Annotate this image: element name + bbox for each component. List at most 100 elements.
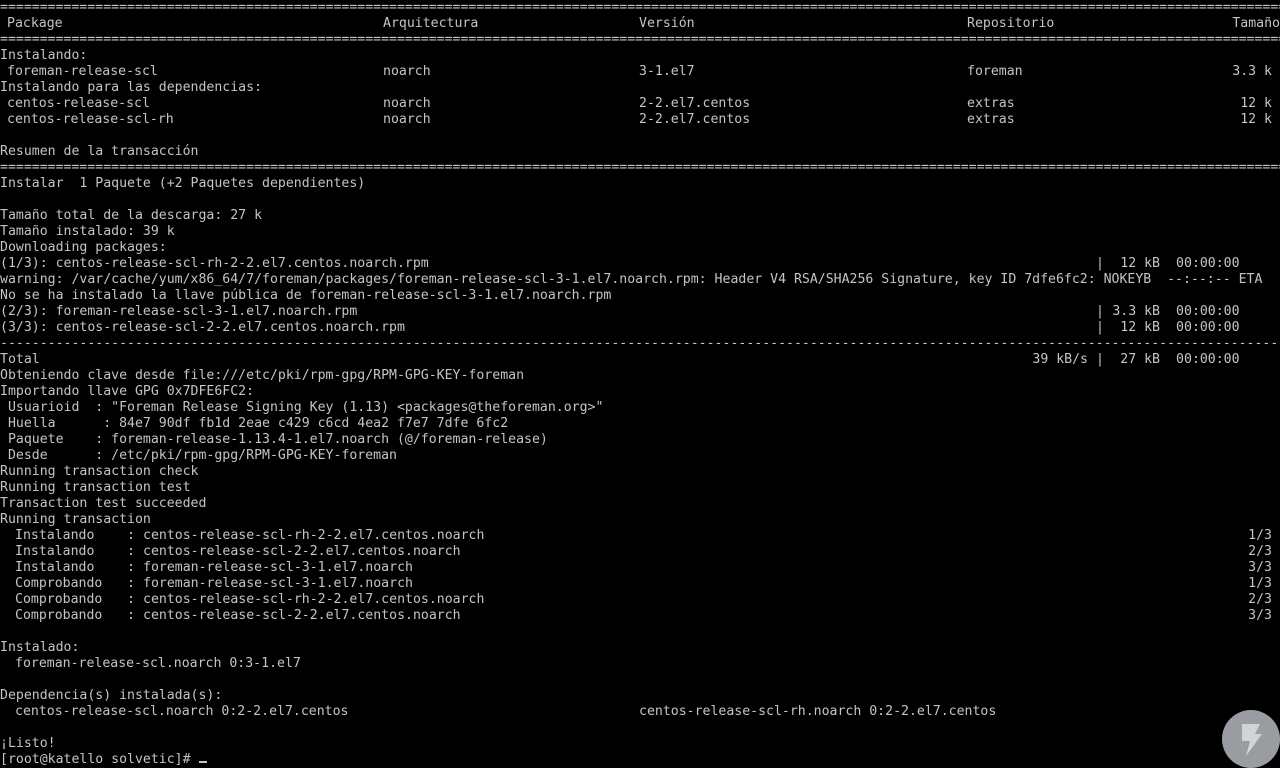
row-arch: noarch	[383, 64, 431, 79]
step-colon: :	[127, 544, 135, 559]
summary-install-line: Instalar 1 Paquete (+2 Paquetes dependie…	[0, 176, 366, 191]
watermark-logo	[1222, 710, 1280, 768]
installed-label: Instalado:	[0, 640, 80, 655]
step-count: 3/3	[1248, 560, 1272, 575]
row-package: centos-release-scl	[7, 96, 150, 111]
gpg-from: Desde : /etc/pki/rpm-gpg/RPM-GPG-KEY-for…	[0, 448, 397, 463]
step-op: Instalando	[15, 544, 95, 559]
download-time: 00:00:00	[1176, 320, 1240, 335]
download-bar: |	[1096, 304, 1104, 319]
row-size: 12 k	[1240, 112, 1272, 127]
row-arch: noarch	[383, 96, 431, 111]
row-size: 3.3 k	[1232, 64, 1272, 79]
row-package: centos-release-scl-rh	[7, 112, 174, 127]
row-version: 3-1.el7	[639, 64, 695, 79]
gpg-obtaining: Obteniendo clave desde file:///etc/pki/r…	[0, 368, 525, 383]
download-notice: No se ha instalado la llave pública de f…	[0, 288, 612, 303]
summary-download-total: Tamaño total de la descarga: 27 k	[0, 208, 263, 223]
terminal-window[interactable]: ========================================…	[0, 0, 1280, 768]
transaction-step: Instalando : centos-release-scl-rh-2-2.e…	[0, 528, 1280, 544]
installed-pkg: foreman-release-scl.noarch 0:3-1.el7	[15, 656, 301, 671]
table-row: centos-release-scl noarch 2-2.el7.centos…	[0, 96, 1280, 112]
step-pkg: centos-release-scl-2-2.el7.centos.noarch	[143, 608, 461, 623]
section-installing: Instalando:	[0, 48, 88, 63]
shell-prompt[interactable]: [root@katello solvetic]#	[0, 752, 207, 768]
step-op: Comprobando	[15, 592, 103, 607]
header-package: Package	[7, 16, 63, 31]
transaction-step: Instalando : centos-release-scl-2-2.el7.…	[0, 544, 1280, 560]
deps-label: Dependencia(s) instalada(s):	[0, 688, 223, 703]
row-repo: foreman	[967, 64, 1023, 79]
row-size: 12 k	[1240, 96, 1272, 111]
gpg-importing: Importando llave GPG 0x7DFE6FC2:	[0, 384, 255, 399]
step-count: 1/3	[1248, 528, 1272, 543]
step-pkg: centos-release-scl-rh-2-2.el7.centos.noa…	[143, 592, 485, 607]
total-bar: |	[1096, 352, 1104, 367]
step-pkg: foreman-release-scl-3-1.el7.noarch	[143, 576, 413, 591]
download-warning: warning: /var/cache/yum/x86_64/7/foreman…	[0, 272, 1263, 287]
summary-title: Resumen de la transacción	[0, 144, 199, 159]
download-row: (2/3): foreman-release-scl-3-1.el7.noarc…	[0, 304, 1280, 320]
step-count: 2/3	[1248, 592, 1272, 607]
text-cursor	[198, 761, 207, 763]
transaction-step: Comprobando : centos-release-scl-2-2.el7…	[0, 608, 1280, 624]
transaction-step: Comprobando : centos-release-scl-rh-2-2.…	[0, 592, 1280, 608]
prompt-row[interactable]: [root@katello solvetic]#	[0, 752, 1280, 768]
header-repo: Repositorio	[967, 16, 1055, 31]
step-colon: :	[127, 608, 135, 623]
gpg-fingerprint: Huella : 84e7 90df fb1d 2eae c429 c6cd 4…	[0, 416, 509, 431]
total-size: 27 kB	[1120, 352, 1160, 367]
download-size: 12 kB	[1120, 320, 1160, 335]
download-file: (1/3): centos-release-scl-rh-2-2.el7.cen…	[0, 256, 429, 271]
row-repo: extras	[967, 96, 1015, 111]
step-colon: :	[127, 560, 135, 575]
run-succeeded: Transaction test succeeded	[0, 496, 207, 511]
table-header-row: Package Arquitectura Versión Repositorio…	[0, 16, 1280, 32]
download-file: (2/3): foreman-release-scl-3-1.el7.noarc…	[0, 304, 358, 319]
download-time: 00:00:00	[1176, 256, 1240, 271]
step-op: Comprobando	[15, 608, 103, 623]
step-op: Comprobando	[15, 576, 103, 591]
row-package: foreman-release-scl	[7, 64, 158, 79]
run-transaction: Running transaction	[0, 512, 151, 527]
dep-pkg-2: centos-release-scl-rh.noarch 0:2-2.el7.c…	[639, 704, 997, 719]
step-pkg: centos-release-scl-2-2.el7.centos.noarch	[143, 544, 461, 559]
step-count: 3/3	[1248, 608, 1272, 623]
step-pkg: centos-release-scl-rh-2-2.el7.centos.noa…	[143, 528, 485, 543]
done-message: ¡Listo!	[0, 736, 56, 751]
table-row: foreman-release-scl noarch 3-1.el7 forem…	[0, 64, 1280, 80]
download-bar: |	[1096, 320, 1104, 335]
separator-double: ========================================…	[0, 32, 1280, 47]
deps-row: centos-release-scl.noarch 0:2-2.el7.cent…	[0, 704, 1280, 720]
header-size: Tamaño	[1232, 16, 1280, 31]
separator-double: ========================================…	[0, 160, 1280, 175]
row-version: 2-2.el7.centos	[639, 96, 751, 111]
gpg-package: Paquete : foreman-release-1.13.4-1.el7.n…	[0, 432, 548, 447]
step-op: Instalando	[15, 560, 95, 575]
step-count: 1/3	[1248, 576, 1272, 591]
run-check: Running transaction check	[0, 464, 199, 479]
download-file: (3/3): centos-release-scl-2-2.el7.centos…	[0, 320, 405, 335]
prompt-text: [root@katello solvetic]#	[0, 752, 191, 767]
step-colon: :	[127, 592, 135, 607]
step-colon: :	[127, 528, 135, 543]
step-colon: :	[127, 576, 135, 591]
header-version: Versión	[639, 16, 695, 31]
download-size: 12 kB	[1120, 256, 1160, 271]
total-rate: 39 kB/s	[1032, 352, 1088, 367]
download-size: 3.3 kB	[1112, 304, 1160, 319]
separator-double: ========================================…	[0, 0, 1280, 15]
download-row: (3/3): centos-release-scl-2-2.el7.centos…	[0, 320, 1280, 336]
download-time: 00:00:00	[1176, 304, 1240, 319]
download-row: (1/3): centos-release-scl-rh-2-2.el7.cen…	[0, 256, 1280, 272]
separator-single: ----------------------------------------…	[0, 336, 1280, 351]
transaction-step: Comprobando : foreman-release-scl-3-1.el…	[0, 576, 1280, 592]
downloading-label: Downloading packages:	[0, 240, 167, 255]
gpg-user: Usuarioid : "Foreman Release Signing Key…	[0, 400, 604, 415]
total-row: Total 39 kB/s | 27 kB 00:00:00	[0, 352, 1280, 368]
solvetic-logo-icon	[1223, 711, 1279, 767]
